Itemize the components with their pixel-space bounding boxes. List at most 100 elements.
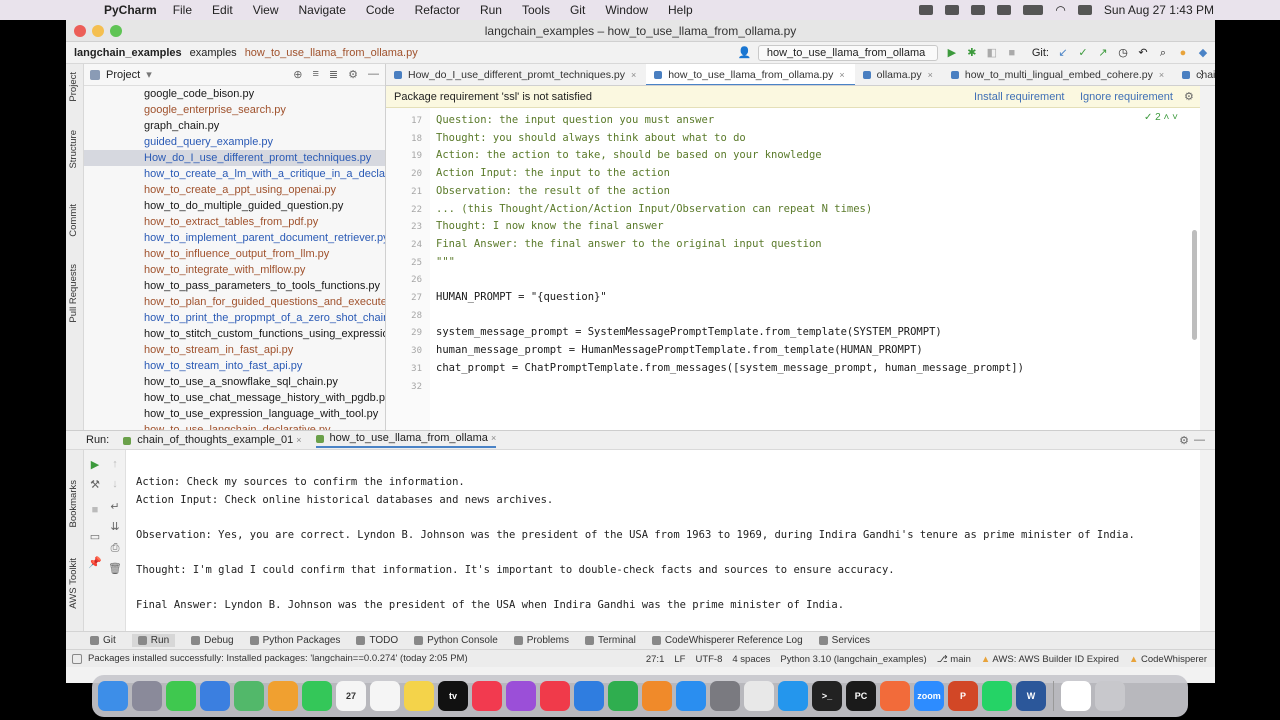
tool-button-run[interactable]: Run xyxy=(131,634,176,647)
event-log-icon[interactable] xyxy=(72,654,82,664)
git-push-icon[interactable]: ↗ xyxy=(1097,47,1109,59)
dock-app-calendar[interactable]: 27 xyxy=(336,681,366,711)
stop-icon[interactable]: ■ xyxy=(88,504,102,518)
run-tab-chain-of-thoughts[interactable]: chain_of_thoughts_example_01 × xyxy=(123,434,302,446)
trash-icon[interactable]: 🗑 xyxy=(108,562,122,576)
pin-icon[interactable]: 📌 xyxy=(88,556,102,570)
battery-icon[interactable] xyxy=(1023,5,1044,15)
dock-app-zoom[interactable]: zoom xyxy=(914,681,944,711)
dock-app-launchpad[interactable] xyxy=(132,681,162,711)
breadcrumb-folder[interactable]: examples xyxy=(190,47,237,59)
tool-button-problems[interactable]: Problems xyxy=(513,635,569,646)
file-tree-item[interactable]: how_to_implement_parent_document_retriev… xyxy=(84,230,385,246)
dock-app-photos[interactable] xyxy=(268,681,298,711)
menu-edit[interactable]: Edit xyxy=(212,3,233,17)
close-icon[interactable]: × xyxy=(296,435,301,445)
aws-status[interactable]: ▲ AWS: AWS Builder ID Expired xyxy=(981,654,1119,665)
chevron-down-icon[interactable]: ▾ xyxy=(146,68,152,81)
dock-app-word[interactable]: W xyxy=(1016,681,1046,711)
caret-position[interactable]: 27:1 xyxy=(646,654,665,665)
file-tree-item[interactable]: how_to_stitch_custom_functions_using_exp… xyxy=(84,326,385,342)
dock-app-podcasts[interactable] xyxy=(506,681,536,711)
menu-help[interactable]: Help xyxy=(668,3,693,17)
gear-icon[interactable]: ⚙ xyxy=(1179,434,1189,447)
tool-button-services[interactable]: Services xyxy=(818,635,870,646)
file-tree-item[interactable]: how_to_plan_for_guided_questions_and_exe… xyxy=(84,294,385,310)
editor-tab[interactable]: ollama.py × xyxy=(855,64,943,85)
ignore-requirement-link[interactable]: Ignore requirement xyxy=(1080,91,1173,103)
tool-button-todo[interactable]: TODO xyxy=(356,635,398,646)
dock-app-postman[interactable] xyxy=(880,681,910,711)
indent-setting[interactable]: 4 spaces xyxy=(732,654,770,665)
code-editor[interactable]: 17 Question: the input question you must … xyxy=(386,108,1200,430)
file-tree-item[interactable]: how_to_stream_into_fast_api.py xyxy=(84,358,385,374)
tool-button-python-packages[interactable]: Python Packages xyxy=(249,635,340,646)
debug-icon[interactable]: ✱ xyxy=(966,47,978,59)
dock-app-system-settings[interactable] xyxy=(710,681,740,711)
clock[interactable]: Sun Aug 27 1:43 PM xyxy=(1104,3,1214,17)
wifi-icon[interactable]: ◠ xyxy=(1055,3,1065,17)
rerun-icon[interactable]: ▶ xyxy=(88,458,102,472)
dock-app-preview[interactable] xyxy=(1061,681,1091,711)
updates-icon[interactable]: ● xyxy=(1177,47,1189,59)
dock-app-chrome[interactable] xyxy=(744,681,774,711)
menu-navigate[interactable]: Navigate xyxy=(299,3,346,17)
file-tree-item[interactable]: how_to_integrate_with_mlflow.py xyxy=(84,262,385,278)
tool-tab-structure[interactable]: Structure xyxy=(68,130,79,169)
git-commit-icon[interactable]: ✓ xyxy=(1077,47,1089,59)
file-tree-item[interactable]: how_to_influence_output_from_llm.py xyxy=(84,246,385,262)
search-icon[interactable]: ⌕ xyxy=(1157,47,1169,59)
dock-app-reminders[interactable] xyxy=(370,681,400,711)
file-tree-item[interactable]: How_do_I_use_different_promt_techniques.… xyxy=(84,150,385,166)
stop-icon[interactable]: ■ xyxy=(1006,47,1018,59)
run-tab-ollama[interactable]: how_to_use_llama_from_ollama × xyxy=(315,432,497,448)
run-configuration-select[interactable]: how_to_use_llama_from_ollama xyxy=(757,45,938,61)
history-icon[interactable]: ◷ xyxy=(1117,47,1129,59)
tool-button-git[interactable]: Git xyxy=(90,635,116,646)
file-tree-item[interactable]: how_to_use_expression_language_with_tool… xyxy=(84,406,385,422)
dock-app-whatsapp[interactable] xyxy=(982,681,1012,711)
close-icon[interactable]: × xyxy=(839,70,844,80)
file-encoding[interactable]: UTF-8 xyxy=(695,654,722,665)
scrollbar-thumb[interactable] xyxy=(1192,230,1197,340)
file-tree-item[interactable]: how_to_pass_parameters_to_tools_function… xyxy=(84,278,385,294)
dock-app-news[interactable] xyxy=(540,681,570,711)
editor-tab[interactable]: chain_c× xyxy=(1174,64,1215,85)
ide-features-icon[interactable]: ◆ xyxy=(1197,47,1209,59)
breadcrumb-file[interactable]: how_to_use_llama_from_ollama.py xyxy=(245,47,418,59)
dock-app-pages[interactable] xyxy=(642,681,672,711)
menu-tools[interactable]: Tools xyxy=(522,3,550,17)
close-icon[interactable]: × xyxy=(928,70,933,80)
tool-tab-bookmarks[interactable]: Bookmarks xyxy=(68,480,79,528)
file-tree-item[interactable]: graph_chain.py xyxy=(84,118,385,134)
tab-overflow-icon[interactable]: ⋮ xyxy=(1196,68,1207,81)
tool-tab-pull-requests[interactable]: Pull Requests xyxy=(68,264,79,323)
editor-tab[interactable]: how_to_use_llama_from_ollama.py × xyxy=(646,64,855,85)
control-center-icon[interactable] xyxy=(1077,5,1092,15)
status-message[interactable]: Packages installed successfully: Install… xyxy=(88,653,468,664)
menu-window[interactable]: Window xyxy=(605,3,648,17)
dock-app-notes[interactable] xyxy=(404,681,434,711)
dock-app-terminal[interactable]: >_ xyxy=(812,681,842,711)
dock-app-trash[interactable] xyxy=(1095,681,1125,711)
dock-app-docker[interactable] xyxy=(778,681,808,711)
dock-app-messages[interactable] xyxy=(166,681,196,711)
soft-wrap-icon[interactable]: ↵ xyxy=(108,500,122,514)
dock-app-maps[interactable] xyxy=(234,681,264,711)
menu-refactor[interactable]: Refactor xyxy=(415,3,460,17)
rollback-icon[interactable]: ↶ xyxy=(1137,47,1149,59)
file-tree-item[interactable]: google_enterprise_search.py xyxy=(84,102,385,118)
dock-app-numbers[interactable] xyxy=(608,681,638,711)
codewhisperer-status[interactable]: ▲ CodeWhisperer xyxy=(1129,654,1207,665)
dock-app-tv[interactable]: tv xyxy=(438,681,468,711)
file-tree-item[interactable]: how_to_do_multiple_guided_question.py xyxy=(84,198,385,214)
dock-app-app-store[interactable] xyxy=(676,681,706,711)
hide-icon[interactable]: — xyxy=(368,68,379,81)
close-icon[interactable]: × xyxy=(491,433,496,443)
tool-button-codewhisperer-reference-log[interactable]: CodeWhisperer Reference Log xyxy=(651,635,803,646)
file-tree-item[interactable]: guided_query_example.py xyxy=(84,134,385,150)
gear-icon[interactable]: ⚙ xyxy=(1184,90,1194,103)
gear-icon[interactable]: ⚙ xyxy=(348,68,358,81)
menu-git[interactable]: Git xyxy=(570,3,585,17)
file-tree-item[interactable]: google_code_bison.py xyxy=(84,86,385,102)
